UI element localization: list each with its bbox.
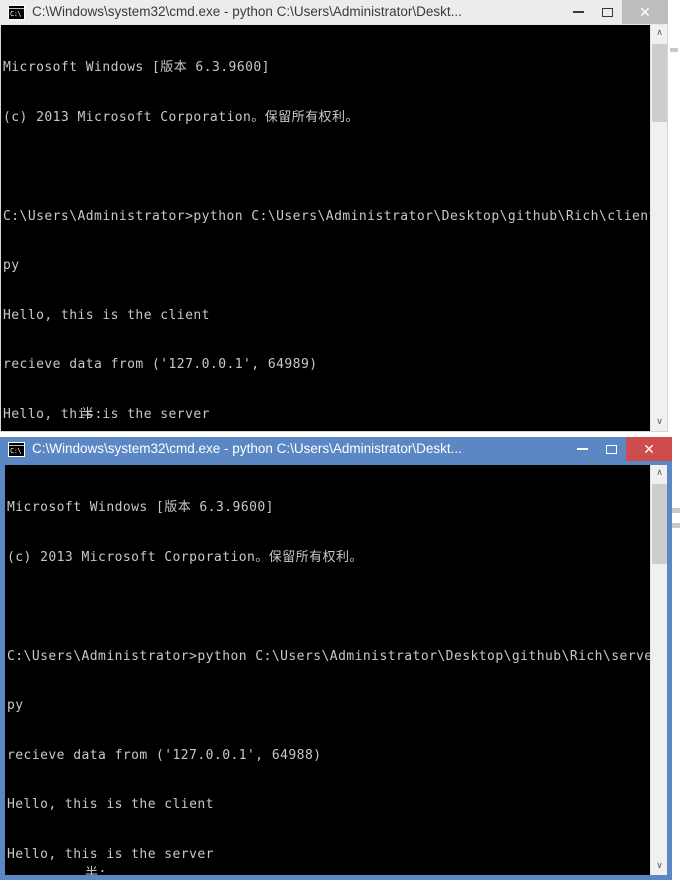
console-text-client: Microsoft Windows [版本 6.3.9600] (c) 2013… [3, 27, 650, 431]
console-line: Microsoft Windows [版本 6.3.9600] [7, 500, 274, 515]
minimize-icon [573, 11, 584, 13]
window-title-server: C:\Windows\system32\cmd.exe - python C:\… [32, 441, 462, 456]
cmd-console-icon: C:\ [8, 4, 25, 20]
desktop-root: C:\ C:\Windows\system32\cmd.exe - python… [0, 0, 680, 880]
cmd-icon-label: C:\ [10, 9, 22, 18]
maximize-icon [606, 444, 617, 454]
console-line: C:\Users\Administrator>python C:\Users\A… [3, 208, 650, 224]
window-title-client: C:\Windows\system32\cmd.exe - python C:\… [32, 4, 462, 19]
cmd-icon-label: C:\ [10, 446, 22, 455]
minimize-button[interactable] [568, 437, 597, 461]
scrollbar-thumb[interactable] [652, 44, 667, 122]
scrollbar-client[interactable]: ∧ ∨ [650, 25, 667, 431]
cmd-window-client[interactable]: C:\ C:\Windows\system32\cmd.exe - python… [0, 0, 668, 432]
close-button[interactable]: ✕ [622, 0, 668, 24]
window-controls-client: ✕ [564, 0, 668, 24]
scrollbar-server[interactable]: ∧ ∨ [650, 465, 667, 875]
console-line: (c) 2013 Microsoft Corporation。保留所有权利。 [7, 549, 363, 565]
console-frame-client: Microsoft Windows [版本 6.3.9600] (c) 2013… [0, 24, 668, 432]
scroll-up-icon[interactable]: ∧ [651, 25, 667, 42]
scroll-down-icon[interactable]: ∨ [651, 414, 667, 431]
titlebar-client[interactable]: C:\ C:\Windows\system32\cmd.exe - python… [0, 0, 668, 24]
maximize-icon [602, 7, 613, 17]
desktop-edge-mark [670, 48, 678, 52]
ime-indicator-client: 半: [81, 407, 103, 422]
maximize-button[interactable] [593, 0, 622, 24]
console-frame-server: Microsoft Windows [版本 6.3.9600] (c) 2013… [0, 461, 672, 880]
window-controls-server: ✕ [568, 437, 672, 461]
minimize-button[interactable] [564, 0, 593, 24]
scroll-down-icon[interactable]: ∨ [651, 858, 668, 875]
console-line: py [7, 698, 24, 713]
console-line: Hello, this is the client [3, 307, 210, 323]
close-icon: ✕ [639, 4, 651, 20]
cmd-window-server[interactable]: C:\ C:\Windows\system32\cmd.exe - python… [0, 437, 672, 880]
console-line: py [3, 258, 20, 273]
close-icon: ✕ [643, 441, 655, 457]
console-line: recieve data from ('127.0.0.1', 64988) [7, 747, 322, 763]
console-output-server[interactable]: Microsoft Windows [版本 6.3.9600] (c) 2013… [5, 465, 650, 875]
scrollbar-thumb[interactable] [652, 484, 667, 564]
maximize-button[interactable] [597, 437, 626, 461]
console-line: Microsoft Windows [版本 6.3.9600] [3, 60, 270, 75]
desktop-background-sliver [668, 0, 680, 432]
console-output-client[interactable]: Microsoft Windows [版本 6.3.9600] (c) 2013… [1, 25, 650, 431]
console-line: recieve data from ('127.0.0.1', 64989) [3, 357, 318, 372]
desktop-edge-mark-2 [672, 508, 680, 513]
minimize-icon [577, 448, 588, 450]
console-line: (c) 2013 Microsoft Corporation。保留所有权利。 [3, 109, 359, 125]
scroll-up-icon[interactable]: ∧ [651, 465, 668, 482]
titlebar-server[interactable]: C:\ C:\Windows\system32\cmd.exe - python… [0, 437, 672, 461]
cmd-console-icon: C:\ [8, 441, 25, 457]
ime-indicator-server: 半: [85, 866, 107, 875]
console-line: Hello, this is the client [7, 797, 214, 812]
console-text-server: Microsoft Windows [版本 6.3.9600] (c) 2013… [7, 467, 650, 875]
close-button[interactable]: ✕ [626, 437, 672, 461]
console-line: C:\Users\Administrator>python C:\Users\A… [7, 648, 650, 664]
console-line: Hello, this is the server [7, 846, 214, 862]
desktop-edge-mark-3 [672, 523, 680, 528]
desktop-background-right [672, 437, 680, 880]
